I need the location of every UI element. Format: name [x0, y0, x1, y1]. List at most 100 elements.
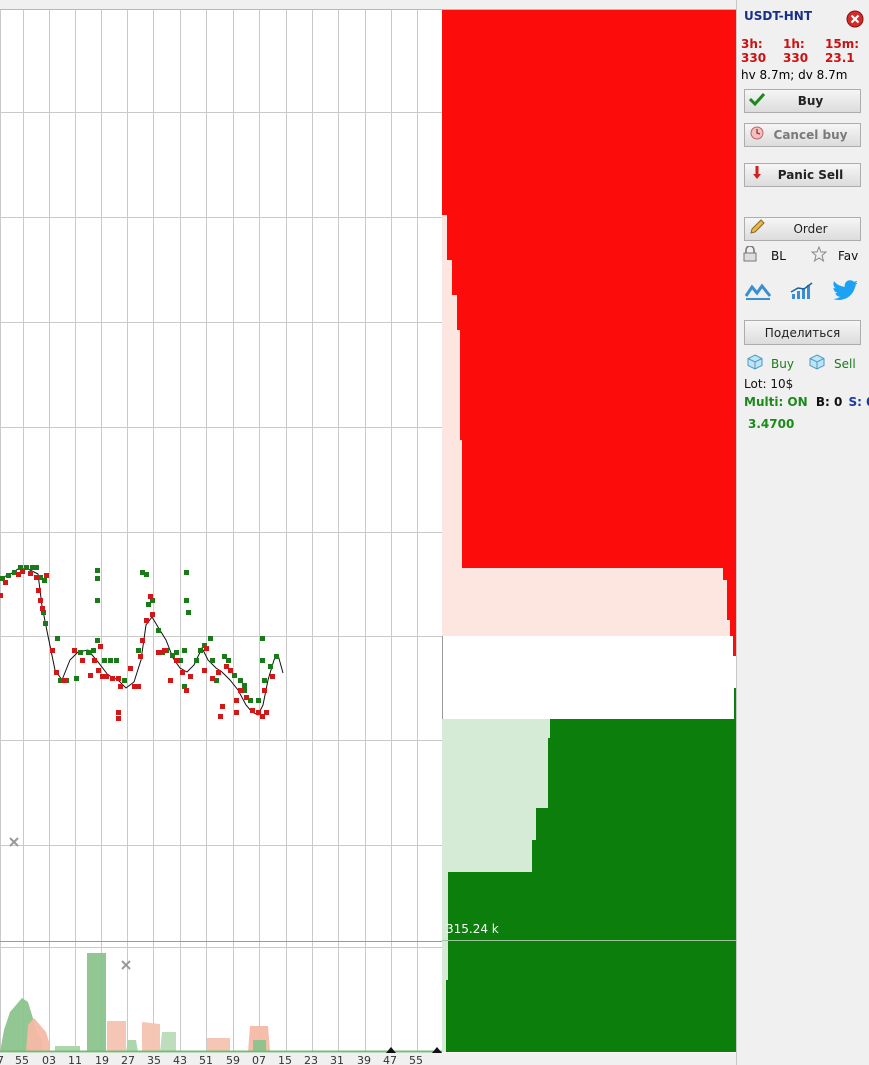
time-axis-label: 03: [42, 1054, 56, 1065]
buy-trade-marker: [184, 570, 189, 575]
volume-bar: [126, 1040, 138, 1052]
time-axis-label: 35: [147, 1054, 161, 1065]
pair-title: USDT-HNT: [744, 9, 813, 23]
volume-bar: [207, 1038, 230, 1052]
buy-button-label: Buy: [797, 94, 824, 108]
time-axis-label: 07: [252, 1054, 266, 1065]
time-axis-label: 51: [199, 1054, 213, 1065]
sell-trade-marker: [80, 658, 85, 663]
buy-trade-marker: [91, 648, 96, 653]
pencil-icon: [745, 219, 769, 239]
sell-trade-marker: [116, 676, 121, 681]
panic-sell-label: Panic Sell: [777, 168, 844, 182]
s-count: S: 0: [848, 395, 869, 409]
fav-label: Fav: [838, 249, 859, 263]
buy-trade-marker: [268, 664, 273, 669]
checkmark-icon: [745, 92, 769, 110]
time-axis-label: 11: [68, 1054, 82, 1065]
sell-trade-marker: [156, 650, 161, 655]
time-axis-label: 31: [330, 1054, 344, 1065]
star-icon: [810, 245, 829, 266]
sell-trade-marker: [220, 704, 225, 709]
sell-trade-marker: [184, 688, 189, 693]
buy-trade-marker: [208, 636, 213, 641]
sell-trade-marker: [128, 666, 133, 671]
buy-trade-marker: [262, 678, 267, 683]
buy-trade-marker: [95, 638, 100, 643]
sell-trade-marker: [62, 678, 67, 683]
time-axis-label: 39: [357, 1054, 371, 1065]
buy-trade-marker: [34, 565, 39, 570]
share-button[interactable]: Поделиться: [744, 320, 861, 345]
chart-link-icon[interactable]: [744, 282, 772, 304]
buy-trade-marker: [238, 678, 243, 683]
sell-trade-marker: [188, 674, 193, 679]
share-button-label: Поделиться: [764, 325, 841, 340]
buy-trade-marker: [95, 598, 100, 603]
triangle-marker-icon: [432, 1047, 442, 1053]
sell-trade-marker: [34, 575, 39, 580]
cube-icon: [809, 354, 825, 374]
sell-trade-marker: [96, 668, 101, 673]
buy-trade-marker: [43, 621, 48, 626]
sell-trade-marker: [36, 588, 41, 593]
panic-sell-button[interactable]: Panic Sell: [744, 163, 861, 187]
cancel-buy-button[interactable]: Cancel buy: [744, 123, 861, 147]
sell-trade-marker: [150, 612, 155, 617]
sell-trade-marker: [180, 670, 185, 675]
buy-trade-marker: [186, 610, 191, 615]
depth-value-label: 315.24 k: [446, 922, 499, 936]
sell-trade-marker: [0, 593, 3, 598]
close-icon[interactable]: [846, 10, 864, 28]
window-top-strip: [0, 0, 736, 9]
sell-trade-marker: [244, 695, 249, 700]
price-chart[interactable]: 315.24 k 7 55 03 11 19 27 35 43 51 59 07 15 23 31 39 47 5…: [0, 0, 736, 1065]
sell-trade-marker: [104, 674, 109, 679]
quick-buy-link[interactable]: Buy: [747, 354, 794, 374]
buy-trade-marker: [114, 658, 119, 663]
multi-label: Multi: ON: [744, 395, 808, 409]
time-axis-label: 55: [409, 1054, 423, 1065]
order-button-label: Order: [793, 222, 828, 236]
buy-trade-marker: [260, 636, 265, 641]
sell-trade-marker: [238, 688, 243, 693]
buy-trade-marker: [242, 683, 247, 688]
sell-trade-marker: [138, 654, 143, 659]
sell-trade-marker: [88, 673, 93, 678]
favorite-toggle[interactable]: Fav: [810, 245, 865, 266]
quick-sell-link[interactable]: Sell: [809, 354, 856, 374]
sell-trade-marker: [144, 618, 149, 623]
cancel-buy-label: Cancel buy: [773, 128, 848, 142]
sell-trade-marker: [54, 670, 59, 675]
buy-trade-marker: [95, 568, 100, 573]
buy-trade-marker: [136, 648, 141, 653]
blacklist-toggle[interactable]: BL: [743, 245, 793, 266]
buy-trade-marker: [95, 576, 100, 581]
volume-bar: [107, 1021, 126, 1052]
sell-trade-marker: [202, 668, 207, 673]
sell-trade-marker: [28, 571, 33, 576]
sell-trade-marker: [262, 688, 267, 693]
sell-trade-marker: [218, 714, 223, 719]
buy-trade-marker: [6, 573, 11, 578]
time-axis-label: 7: [0, 1054, 4, 1065]
volume-bar: [142, 1022, 160, 1052]
time-axis-label: 23: [304, 1054, 318, 1065]
time-axis-label: 59: [226, 1054, 240, 1065]
arrow-down-icon: [745, 166, 769, 184]
twitter-icon[interactable]: [833, 280, 858, 304]
sell-trade-marker: [20, 569, 25, 574]
volume-bar: [253, 1040, 266, 1052]
order-button[interactable]: Order: [744, 217, 861, 241]
buy-trade-marker: [108, 658, 113, 663]
buy-trade-marker: [274, 654, 279, 659]
lock-icon: [743, 245, 761, 266]
bl-label: BL: [771, 249, 786, 263]
time-axis-label: 27: [121, 1054, 135, 1065]
sell-trade-marker: [110, 676, 115, 681]
sell-trade-marker: [136, 684, 141, 689]
sell-trade-marker: [116, 710, 121, 715]
volume-chart-icon[interactable]: [790, 282, 814, 304]
current-price: 3.4700: [748, 417, 795, 431]
buy-button[interactable]: Buy: [744, 89, 861, 113]
